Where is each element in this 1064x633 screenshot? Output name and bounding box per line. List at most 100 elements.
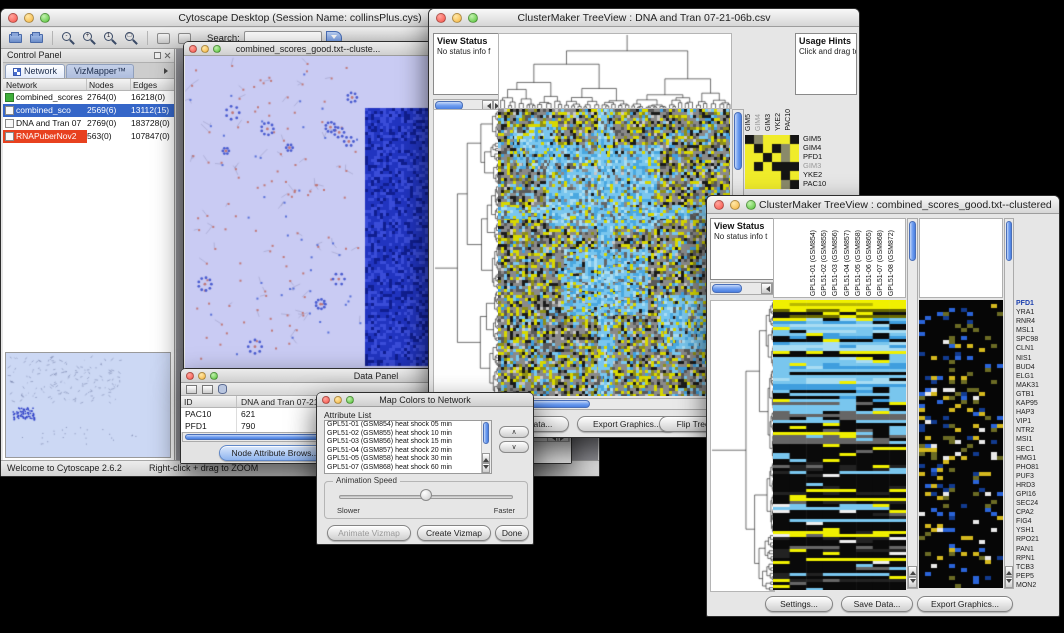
zoom-window-icon[interactable] xyxy=(746,200,756,210)
network-view-titlebar[interactable]: combined_scores_good.txt--cluste... xyxy=(184,42,432,56)
attribute-item[interactable]: GPL51-07 (GSM868) heat shock 60 min xyxy=(325,464,491,473)
gene-label: HAP3 xyxy=(1016,408,1060,417)
node-attribute-browser-button[interactable]: Node Attribute Brows... xyxy=(219,445,331,461)
zoom-out-icon[interactable]: - xyxy=(60,30,77,47)
close-panel-icon[interactable] xyxy=(164,52,171,59)
treeview2-titlebar[interactable]: ClusterMaker TreeView : combined_scores_… xyxy=(707,196,1059,214)
minimize-icon[interactable] xyxy=(24,13,34,23)
close-icon[interactable] xyxy=(189,45,197,53)
scroll-up-icon[interactable] xyxy=(483,455,489,462)
attribute-create-icon[interactable] xyxy=(202,385,213,394)
gene-label: RPN1 xyxy=(1016,554,1060,563)
treeview1-titlebar[interactable]: ClusterMaker TreeView : DNA and Tran 07-… xyxy=(429,9,859,27)
scroll-down-icon[interactable] xyxy=(1006,579,1012,586)
col-edges[interactable]: Edges xyxy=(131,79,174,90)
minimize-icon[interactable] xyxy=(201,45,209,53)
attribute-items: GPL51-01 (GSM854) heat shock 05 minGPL51… xyxy=(325,421,491,473)
scroll-down-icon[interactable] xyxy=(910,579,916,586)
attribute-item[interactable]: GPL51-02 (GSM855) heat shock 10 min xyxy=(325,430,491,439)
array-column-label: GPL51-02 (GSM855) xyxy=(821,230,828,296)
network-row[interactable]: combined_sco2569(6)13112(15) xyxy=(3,104,174,117)
import-network-icon[interactable] xyxy=(28,30,45,47)
correlation-matrix-canvas[interactable] xyxy=(745,135,799,189)
col-nodes[interactable]: Nodes xyxy=(87,79,131,90)
view-status-title: View Status xyxy=(437,36,501,46)
network-row[interactable]: DNA and Tran 072769(0)183728(0) xyxy=(3,117,174,130)
heatmap-canvas[interactable] xyxy=(773,300,906,590)
network-row[interactable]: combined_scores2764(0)16218(0) xyxy=(3,91,174,104)
network-table-header: Network Nodes Edges xyxy=(3,79,174,91)
tab-overflow-icon[interactable] xyxy=(164,68,171,74)
zoom-window-icon[interactable] xyxy=(468,13,478,23)
attribute-item[interactable]: GPL51-01 (GSM854) heat shock 05 min xyxy=(325,421,491,430)
scroll-thumb[interactable] xyxy=(483,422,489,444)
view-status-box: View Status No status info f xyxy=(433,33,505,95)
zoom-window-icon[interactable] xyxy=(210,372,218,380)
close-icon[interactable] xyxy=(186,372,194,380)
save-data-button[interactable]: Save Data... xyxy=(841,596,913,612)
col-network[interactable]: Network xyxy=(3,79,87,90)
scroll-thumb[interactable] xyxy=(734,112,742,170)
animation-speed-label: Animation Speed xyxy=(333,476,400,485)
settings-button[interactable]: Settings... xyxy=(765,596,833,612)
network-canvas[interactable] xyxy=(185,56,433,371)
close-icon[interactable] xyxy=(8,13,18,23)
col-id[interactable]: ID xyxy=(181,396,237,407)
network-overview-canvas[interactable] xyxy=(5,352,171,458)
zoom-window-icon[interactable] xyxy=(346,396,354,404)
scroll-up-icon[interactable] xyxy=(1006,568,1012,575)
done-button[interactable]: Done xyxy=(495,525,529,541)
database-icon[interactable] xyxy=(218,384,227,394)
main-vscrollbar[interactable] xyxy=(907,218,918,589)
network-name-cell: combined_sco xyxy=(3,104,87,117)
annotation-icon[interactable] xyxy=(155,30,172,47)
zoom-selected-icon[interactable]: 1 xyxy=(102,30,119,47)
folder-glyph xyxy=(9,34,22,43)
scroll-thumb[interactable] xyxy=(1006,221,1012,261)
scroll-left-icon[interactable] xyxy=(763,286,770,292)
scroll-left-icon[interactable] xyxy=(484,103,491,109)
export-graphics-button[interactable]: Export Graphics... xyxy=(917,596,1013,612)
attribute-select-icon[interactable] xyxy=(186,385,197,394)
minimize-icon[interactable] xyxy=(452,13,462,23)
attribute-item[interactable]: GPL51-05 (GSM858) heat shock 30 min xyxy=(325,455,491,464)
scroll-thumb[interactable] xyxy=(712,284,742,293)
minimize-icon[interactable] xyxy=(730,200,740,210)
move-up-button[interactable]: ∧ xyxy=(499,426,529,438)
row-dendrogram-canvas[interactable] xyxy=(433,109,500,398)
gene-label: RNR4 xyxy=(1016,317,1060,326)
row-dendrogram-canvas[interactable] xyxy=(710,300,775,592)
zoom-fit-icon[interactable]: □ xyxy=(123,30,140,47)
secondary-heatmap-canvas[interactable] xyxy=(919,300,1003,588)
view-status-title: View Status xyxy=(714,221,780,231)
zoom-window-icon[interactable] xyxy=(213,45,221,53)
cluster-column-label: GIM5 xyxy=(745,114,752,131)
minimize-icon[interactable] xyxy=(334,396,342,404)
attribute-item[interactable]: GPL51-04 (GSM857) heat shock 20 min xyxy=(325,447,491,456)
list-vscrollbar[interactable] xyxy=(481,421,491,473)
close-icon[interactable] xyxy=(436,13,446,23)
close-icon[interactable] xyxy=(322,396,330,404)
scroll-up-icon[interactable] xyxy=(910,568,916,575)
tab-vizmapper[interactable]: VizMapper™ xyxy=(66,64,134,78)
heatmap-canvas[interactable] xyxy=(498,109,730,396)
window-controls xyxy=(189,45,221,53)
open-session-icon[interactable] xyxy=(7,30,24,47)
minimize-icon[interactable] xyxy=(198,372,206,380)
close-icon[interactable] xyxy=(714,200,724,210)
attribute-list[interactable]: GPL51-01 (GSM854) heat shock 05 minGPL51… xyxy=(324,420,492,474)
zoom-window-icon[interactable] xyxy=(40,13,50,23)
scroll-thumb[interactable] xyxy=(909,221,916,261)
network-row[interactable]: RNAPuberNov2563(0)107847(0) xyxy=(3,130,174,143)
float-panel-icon[interactable] xyxy=(154,52,161,59)
create-vizmap-button[interactable]: Create Vizmap xyxy=(417,525,491,541)
secondary-vscrollbar[interactable] xyxy=(1004,218,1014,589)
dialog-titlebar[interactable]: Map Colors to Network xyxy=(317,393,533,407)
zoom-in-icon[interactable]: + xyxy=(81,30,98,47)
move-down-button[interactable]: ∨ xyxy=(499,441,529,453)
scroll-down-icon[interactable] xyxy=(483,465,489,472)
tab-network[interactable]: Network xyxy=(5,64,65,78)
attribute-item[interactable]: GPL51-03 (GSM856) heat shock 15 min xyxy=(325,438,491,447)
speed-slider-thumb[interactable] xyxy=(420,489,432,501)
column-dendrogram-canvas[interactable] xyxy=(498,33,732,109)
